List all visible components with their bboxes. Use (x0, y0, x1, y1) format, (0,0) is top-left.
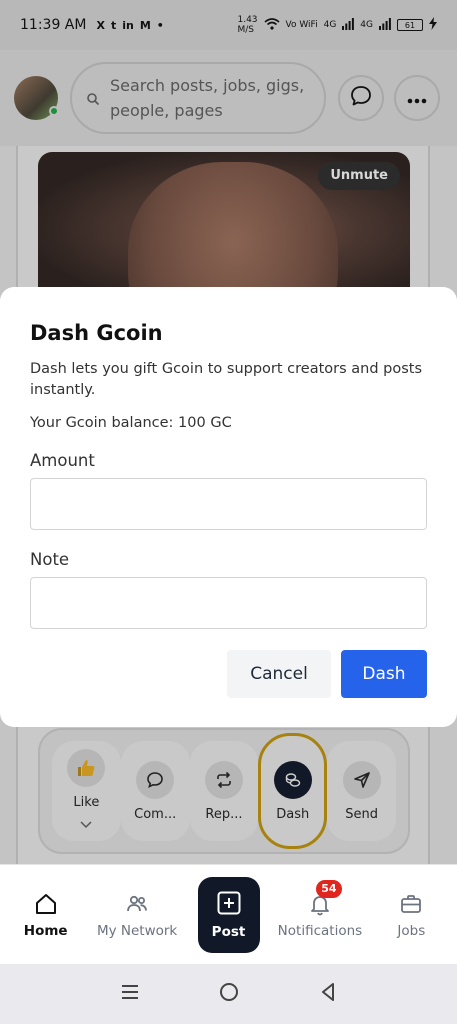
amount-field[interactable] (30, 478, 427, 530)
note-label: Note (30, 550, 70, 569)
dash-submit-button[interactable]: Dash (341, 650, 427, 698)
wifi-icon (264, 17, 280, 33)
like-button[interactable]: Like (52, 741, 121, 841)
back-triangle-icon (320, 982, 336, 1006)
home-system-button[interactable] (217, 982, 241, 1006)
net-speed: 1.43 M/S (237, 15, 258, 35)
nav-home-label: Home (23, 922, 68, 939)
more-horizontal-icon (407, 89, 427, 108)
nav-notifications[interactable]: 54 Notifications (274, 865, 365, 965)
people-icon (124, 891, 150, 917)
gcoin-balance: Your Gcoin balance: 100 GC (30, 415, 232, 431)
messages-button[interactable] (338, 75, 384, 121)
comment-icon (136, 760, 175, 799)
chat-bubble-icon (350, 85, 372, 111)
comment-label: Com... (134, 806, 177, 822)
post-video[interactable]: Unmute (38, 152, 410, 292)
nav-jobs-label: Jobs (397, 922, 426, 939)
more-notifications-dot: • (156, 18, 164, 32)
signal-label-1: 4G (323, 20, 337, 30)
home-icon (33, 891, 59, 917)
search-icon (86, 91, 100, 106)
nav-my-network[interactable]: My Network (91, 865, 182, 965)
nav-post[interactable]: Post (183, 865, 274, 965)
like-label: Like (73, 795, 100, 810)
notification-count-badge: 54 (315, 879, 342, 898)
nav-home[interactable]: Home (0, 865, 91, 965)
thumbs-up-icon (67, 749, 106, 787)
dash-gcoin-dialog: Dash Gcoin Dash lets you gift Gcoin to s… (0, 287, 457, 727)
system-navigation-bar (0, 964, 457, 1024)
send-label: Send (345, 806, 378, 822)
system-indicators: 1.43 M/S Vo WiFi 4G 4G 61 (237, 15, 437, 35)
dash-button[interactable]: Dash (258, 733, 328, 849)
menu-lines-icon (121, 984, 139, 1004)
nav-post-label: Post (211, 923, 246, 940)
volte-label: Vo WiFi (285, 20, 318, 30)
send-button[interactable]: Send (327, 741, 397, 841)
signal-label-2: 4G (360, 20, 373, 30)
repost-label: Rep... (205, 806, 243, 822)
post-button[interactable]: Post (197, 876, 260, 953)
gmail-app-icon: M (139, 18, 151, 32)
repost-icon (204, 760, 243, 799)
dash-label: Dash (276, 806, 310, 822)
nav-notifications-label: Notifications (277, 922, 363, 939)
notification-icons: X t in M • (96, 19, 163, 32)
dialog-title: Dash Gcoin (30, 321, 163, 345)
more-options-button[interactable] (394, 75, 440, 121)
repost-button[interactable]: Rep... (189, 741, 259, 841)
x-app-icon: X (96, 18, 105, 32)
tasks-app-icon: t (110, 18, 117, 32)
avatar[interactable] (14, 76, 59, 120)
comment-button[interactable]: Com... (120, 741, 190, 841)
chevron-down-icon[interactable] (80, 818, 92, 833)
signal-icon (379, 17, 391, 33)
amount-label: Amount (30, 451, 95, 470)
search-input[interactable]: Search posts, jobs, gigs, people, pages (110, 73, 310, 123)
charging-icon (429, 17, 437, 33)
back-system-button[interactable] (316, 982, 340, 1006)
coins-icon (273, 760, 312, 799)
nav-my-network-label: My Network (96, 922, 178, 939)
signal-icon (342, 17, 355, 33)
circle-icon (219, 982, 239, 1006)
reaction-bar: Like Com... Rep... Dash Send (38, 728, 410, 854)
online-status-dot (49, 106, 59, 116)
battery-icon: 61 (397, 19, 423, 31)
unmute-button[interactable]: Unmute (318, 162, 400, 190)
bottom-navigation: Home My Network Post 54 Notifications Jo… (0, 864, 457, 964)
nav-jobs[interactable]: Jobs (366, 865, 457, 965)
cancel-button[interactable]: Cancel (227, 650, 331, 698)
dialog-description: Dash lets you gift Gcoin to support crea… (30, 361, 423, 398)
send-icon (342, 760, 381, 799)
linkedin-app-icon: in (122, 18, 134, 32)
note-field[interactable] (30, 577, 427, 629)
plus-square-icon (216, 890, 242, 920)
recent-apps-button[interactable] (118, 982, 142, 1006)
briefcase-icon (398, 891, 424, 917)
dialog-actions: Cancel Dash (30, 650, 427, 698)
app-header: Search posts, jobs, gigs, people, pages (0, 50, 457, 146)
video-frame (128, 162, 338, 292)
search-bar[interactable]: Search posts, jobs, gigs, people, pages (70, 62, 326, 134)
status-bar: 11:39 AM X t in M • 1.43 M/S Vo WiFi 4G 4… (0, 0, 457, 50)
status-time: 11:39 AM (20, 17, 87, 33)
